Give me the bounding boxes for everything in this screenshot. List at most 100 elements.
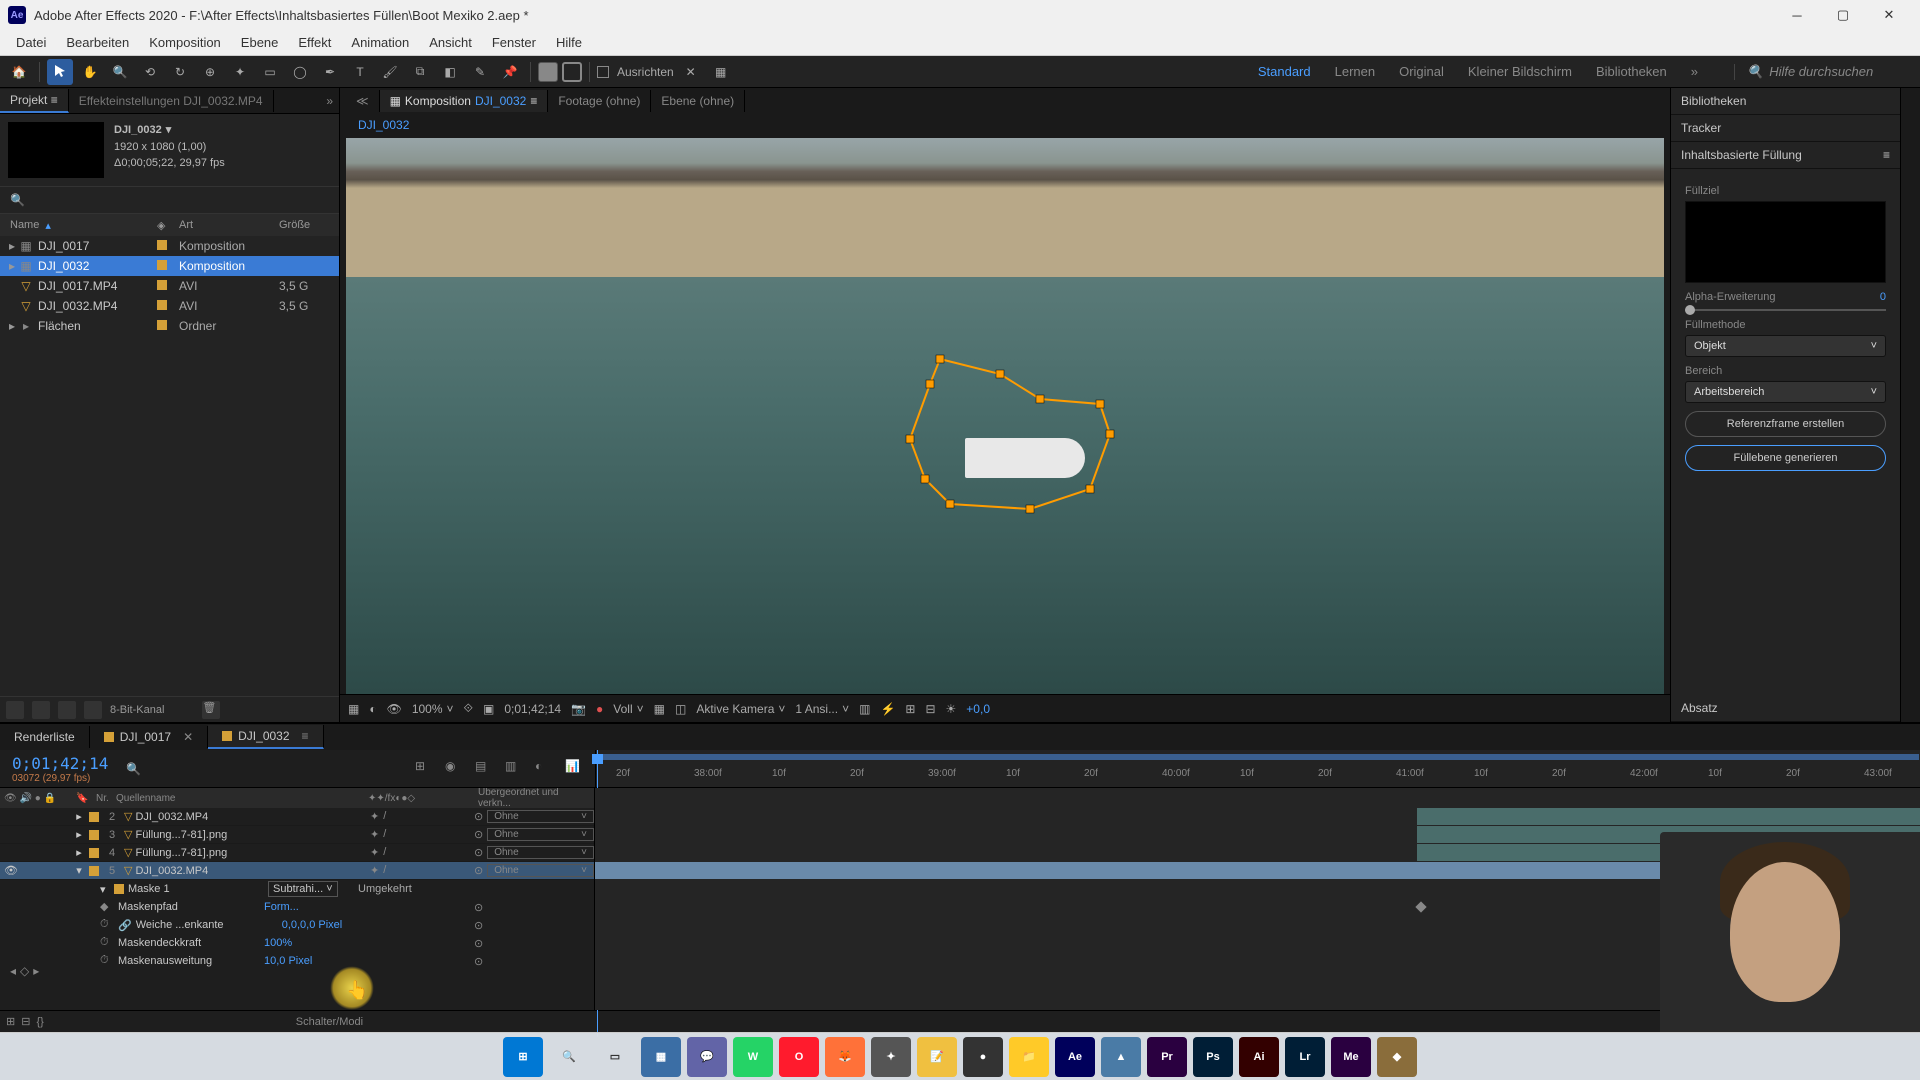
selection-tool[interactable]: [47, 59, 73, 85]
panel-absatz[interactable]: Absatz: [1671, 695, 1900, 722]
snap-grid-tool[interactable]: ▦: [708, 59, 734, 85]
toggle-switches-icon[interactable]: ⊞: [6, 1015, 15, 1028]
full-res-icon[interactable]: ⟐: [464, 701, 473, 716]
layer-row-2[interactable]: ▸2▽ DJI_0032.MP4✦/⊙Ohne˅: [0, 808, 594, 826]
taskbar-windows[interactable]: ⊞: [503, 1037, 543, 1077]
menu-effekt[interactable]: Effekt: [288, 31, 341, 54]
add-keyframe-icon[interactable]: ◇: [20, 964, 29, 978]
fill-method-dropdown[interactable]: Objekt˅: [1685, 335, 1886, 357]
menu-fenster[interactable]: Fenster: [482, 31, 546, 54]
reset-exposure-icon[interactable]: ☀: [946, 702, 957, 716]
menu-ansicht[interactable]: Ansicht: [419, 31, 482, 54]
col-size-header[interactable]: Größe: [279, 219, 339, 231]
viewer-mask-icon[interactable]: 👁: [387, 702, 402, 716]
timeline-ruler[interactable]: 20f38:00f10f20f39:00f10f20f40:00f10f20f4…: [595, 750, 1920, 787]
menu-bearbeiten[interactable]: Bearbeiten: [56, 31, 139, 54]
rotate-tool[interactable]: ↻: [167, 59, 193, 85]
taskbar-notes[interactable]: 📝: [917, 1037, 957, 1077]
workspace-original[interactable]: Original: [1399, 64, 1444, 79]
taskbar-obs[interactable]: ●: [963, 1037, 1003, 1077]
stroke-color[interactable]: [562, 62, 582, 82]
range-dropdown[interactable]: Arbeitsbereich˅: [1685, 381, 1886, 403]
viewer-transparency-icon[interactable]: ◐: [369, 702, 376, 716]
taskbar-whatsapp[interactable]: W: [733, 1037, 773, 1077]
workspace-bibliotheken[interactable]: Bibliotheken: [1596, 64, 1667, 79]
interpret-footage-button[interactable]: [6, 701, 24, 719]
workspace-lernen[interactable]: Lernen: [1335, 64, 1375, 79]
align-checkbox[interactable]: [597, 66, 609, 78]
project-item-2[interactable]: ▽DJI_0017.MP4AVI3,5 G: [0, 276, 339, 296]
taskbar-ai[interactable]: Ai: [1239, 1037, 1279, 1077]
menu-ebene[interactable]: Ebene: [231, 31, 289, 54]
timeline-tab-0[interactable]: DJI_0017✕: [90, 726, 208, 748]
channel-icon[interactable]: ●: [596, 702, 603, 716]
viewer-grid-icon[interactable]: ▦: [348, 702, 359, 716]
next-keyframe-icon[interactable]: ▸: [33, 964, 39, 978]
menu-datei[interactable]: Datei: [6, 31, 56, 54]
right-dock-strip[interactable]: [1900, 88, 1920, 722]
taskbar-teams[interactable]: 💬: [687, 1037, 727, 1077]
toggle-modes-icon[interactable]: ⊟: [21, 1015, 30, 1028]
minimize-button[interactable]: ─: [1774, 0, 1820, 30]
close-button[interactable]: ✕: [1866, 0, 1912, 30]
tab-projekt[interactable]: Projekt ≡: [0, 89, 69, 113]
roto-tool[interactable]: ✎: [467, 59, 493, 85]
dropdown-icon[interactable]: ▾: [166, 122, 172, 139]
puppet-tool[interactable]: 📌: [497, 59, 523, 85]
tab-komposition[interactable]: ▦ Komposition DJI_0032 ≡: [380, 90, 549, 112]
trash-button[interactable]: 🗑: [202, 701, 220, 719]
taskbar-search[interactable]: 🔍: [549, 1037, 589, 1077]
col-quellenname[interactable]: Quellenname: [112, 793, 364, 804]
pen-tool[interactable]: ✒: [317, 59, 343, 85]
viewer-nav-back[interactable]: ≪: [346, 90, 380, 112]
draft-3d-icon[interactable]: ◉: [445, 759, 465, 779]
composition-viewer[interactable]: [346, 138, 1664, 694]
col-tag-header[interactable]: ◈: [157, 219, 179, 232]
taskbar-firefox[interactable]: 🦊: [825, 1037, 865, 1077]
panel-content-aware-fill[interactable]: Inhaltsbasierte Füllung≡: [1671, 142, 1900, 169]
menu-hilfe[interactable]: Hilfe: [546, 31, 592, 54]
graph-editor-icon[interactable]: 📊: [565, 759, 585, 779]
type-tool[interactable]: T: [347, 59, 373, 85]
taskbar-misc[interactable]: ◆: [1377, 1037, 1417, 1077]
workspace-standard[interactable]: Standard: [1258, 64, 1311, 79]
tab-effekteinstellungen[interactable]: Effekteinstellungen DJI_0032.MP4: [69, 90, 274, 112]
menu-animation[interactable]: Animation: [341, 31, 419, 54]
views-dropdown[interactable]: 1 Ansi... ˅: [795, 702, 849, 716]
new-folder-button[interactable]: [32, 701, 50, 719]
tab-footage[interactable]: Footage (ohne): [548, 90, 651, 112]
pixel-aspect-icon[interactable]: ▥: [859, 702, 870, 716]
project-item-0[interactable]: ▸▦DJI_0017Komposition: [0, 236, 339, 256]
timeline-search[interactable]: 🔍: [120, 760, 220, 778]
eraser-tool[interactable]: ◧: [437, 59, 463, 85]
comp-path-link[interactable]: DJI_0032: [358, 118, 409, 132]
frame-blend-icon[interactable]: ▥: [505, 759, 525, 779]
motion-blur-icon[interactable]: ◐: [535, 759, 555, 779]
zoom-tool[interactable]: 🔍: [107, 59, 133, 85]
orbit-tool[interactable]: ⟲: [137, 59, 163, 85]
help-search[interactable]: 🔍 Hilfe durchsuchen: [1734, 64, 1914, 80]
mask-prop-0[interactable]: ◆MaskenpfadForm...⊙: [0, 898, 594, 916]
guides-icon[interactable]: ▦: [654, 702, 665, 716]
col-name-header[interactable]: Name: [10, 219, 39, 231]
bit-depth-label[interactable]: 8-Bit-Kanal: [110, 704, 164, 716]
panel-menu[interactable]: »: [320, 94, 339, 108]
timeline-icon[interactable]: ⊞: [905, 702, 915, 716]
timeline-tab-1[interactable]: DJI_0032≡: [208, 725, 323, 749]
taskbar-opera[interactable]: O: [779, 1037, 819, 1077]
fill-color[interactable]: [538, 62, 558, 82]
panel-bibliotheken[interactable]: Bibliotheken: [1671, 88, 1900, 115]
alpha-exp-value[interactable]: 0: [1880, 291, 1886, 303]
mask-path-overlay[interactable]: [900, 349, 1160, 552]
menu-komposition[interactable]: Komposition: [139, 31, 231, 54]
layer-row-5[interactable]: 👁▾5▽ DJI_0032.MP4✦/⊙Ohne˅: [0, 862, 594, 880]
brush-tool[interactable]: 🖌: [377, 59, 403, 85]
exposure-value[interactable]: +0,0: [966, 702, 990, 716]
toggle-inout-icon[interactable]: {}: [36, 1016, 43, 1028]
anchor-tool[interactable]: ✦: [227, 59, 253, 85]
switches-modes-toggle[interactable]: Schalter/Modi: [296, 1016, 363, 1028]
behind-tool[interactable]: ⊕: [197, 59, 223, 85]
home-tool[interactable]: 🏠: [6, 59, 32, 85]
prev-keyframe-icon[interactable]: ◂: [10, 964, 16, 978]
new-comp-button[interactable]: [58, 701, 76, 719]
